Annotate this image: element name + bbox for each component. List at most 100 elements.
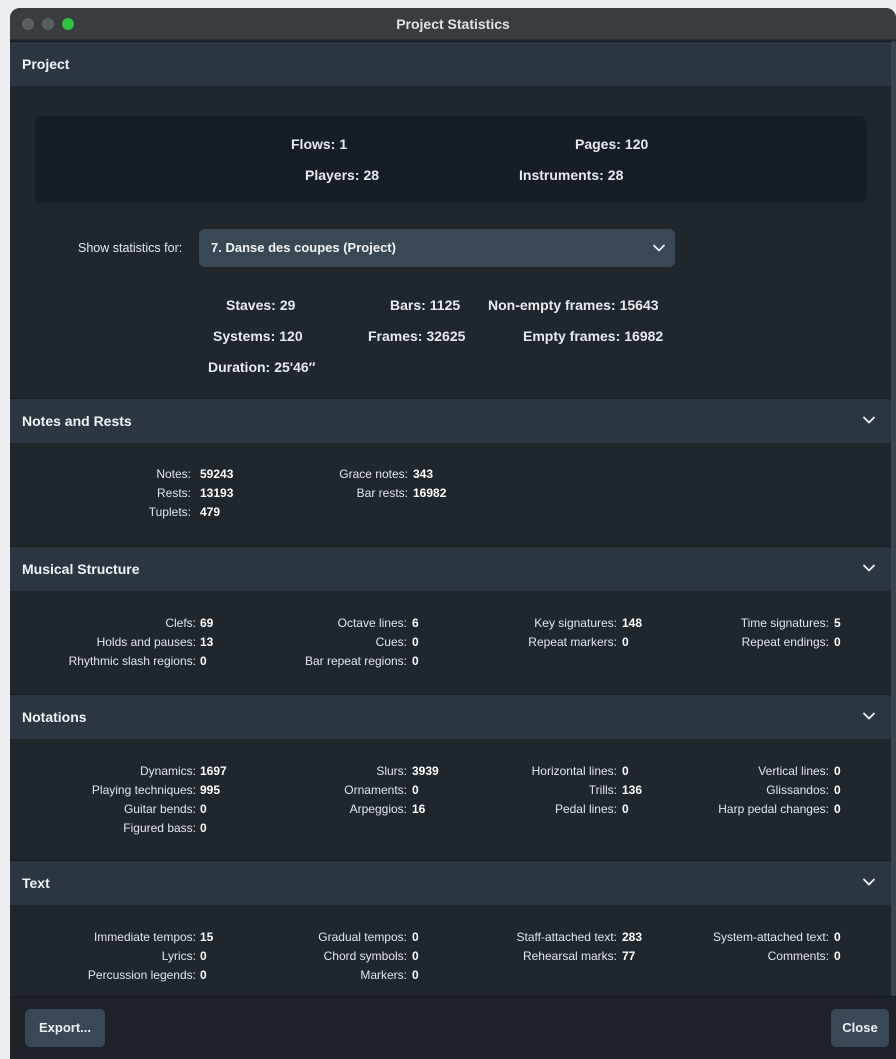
stat-row: Rehearsal marks: bbox=[522, 949, 617, 963]
title-bar[interactable]: Project Statistics bbox=[10, 8, 896, 40]
stat-row: 343 bbox=[413, 467, 434, 481]
stat-row: 0 bbox=[834, 949, 841, 963]
export-button[interactable]: Export... bbox=[25, 1009, 105, 1047]
stat-row: 0 bbox=[200, 654, 207, 668]
stat-row: Ornaments: bbox=[344, 783, 407, 797]
stat-row: 995 bbox=[200, 783, 221, 797]
stat-row: 0 bbox=[200, 949, 207, 963]
stat-row: Playing techniques: bbox=[91, 783, 196, 797]
stat-row: 0 bbox=[622, 635, 629, 649]
stat-row: 69 bbox=[200, 616, 214, 630]
stat-value: 28 bbox=[363, 167, 380, 183]
statistics-content: Project Flows: 1 Pages: 120 Players: 28 Ins… bbox=[10, 41, 891, 996]
stat-row: Guitar bends: bbox=[123, 802, 196, 816]
stat-row: 13193 bbox=[200, 486, 234, 500]
section-header-text[interactable]: Text bbox=[10, 860, 891, 905]
window-title: Project Statistics bbox=[396, 16, 510, 32]
stat-duration: Duration: 25'46″ bbox=[208, 359, 315, 375]
stat-row: Vertical lines: bbox=[758, 764, 829, 778]
stat-row: Grace notes: bbox=[339, 467, 408, 481]
show-statistics-label: Show statistics for: bbox=[78, 241, 183, 255]
stat-row: 0 bbox=[412, 949, 419, 963]
stat-row: 0 bbox=[834, 802, 841, 816]
stat-row: Holds and pauses: bbox=[96, 635, 196, 649]
stat-row: Immediate tempos: bbox=[93, 930, 196, 944]
stat-label: Duration: bbox=[208, 359, 271, 375]
stat-row: 13 bbox=[200, 635, 214, 649]
stat-row: Harp pedal changes: bbox=[718, 802, 829, 816]
stat-label: Players: bbox=[305, 167, 360, 183]
stat-row: 16982 bbox=[413, 486, 447, 500]
stat-row: 0 bbox=[412, 783, 419, 797]
stat-label: Systems: bbox=[213, 328, 276, 344]
scrollbar-thumb[interactable] bbox=[891, 41, 896, 996]
stat-row: 0 bbox=[412, 654, 419, 668]
stat-row: 0 bbox=[200, 802, 207, 816]
section-title: Notations bbox=[22, 709, 87, 725]
stat-value: 120 bbox=[279, 328, 303, 344]
chevron-down-icon[interactable] bbox=[861, 560, 877, 576]
stat-systems: Systems: 120 bbox=[213, 328, 303, 344]
stat-label: Frames: bbox=[368, 328, 423, 344]
stat-row: Bar repeat regions: bbox=[304, 654, 407, 668]
stat-flows: Flows: 1 bbox=[291, 136, 347, 152]
stat-row: 136 bbox=[622, 783, 643, 797]
stat-row: 15 bbox=[200, 930, 214, 944]
stat-row: 0 bbox=[412, 968, 419, 982]
stat-row: System-attached text: bbox=[712, 930, 829, 944]
stat-value: 15643 bbox=[619, 297, 659, 313]
stat-row: Cues: bbox=[375, 635, 407, 649]
close-button[interactable]: Close bbox=[831, 1009, 889, 1047]
stat-row: Lyrics: bbox=[161, 949, 196, 963]
dialog-footer: Export... Close bbox=[10, 996, 896, 1059]
stat-row: Figured bass: bbox=[123, 821, 196, 835]
stat-row: 0 bbox=[834, 930, 841, 944]
stat-row: Horizontal lines: bbox=[531, 764, 617, 778]
stat-label: Staves: bbox=[226, 297, 276, 313]
selected-flow-value: 7. Danse des coupes (Project) bbox=[211, 240, 396, 255]
stat-row: Chord symbols: bbox=[323, 949, 407, 963]
stat-row: 3939 bbox=[412, 764, 439, 778]
stat-row: Dynamics: bbox=[139, 764, 196, 778]
stat-row: Pedal lines: bbox=[554, 802, 617, 816]
stat-row: 479 bbox=[200, 505, 221, 519]
stat-row: Repeat markers: bbox=[528, 635, 617, 649]
stat-row: 77 bbox=[622, 949, 636, 963]
stat-empty-frames: Empty frames: 16982 bbox=[523, 328, 663, 344]
stat-row: Slurs: bbox=[376, 764, 407, 778]
stat-value: 25'46″ bbox=[274, 359, 316, 375]
section-title: Notes and Rests bbox=[22, 413, 132, 429]
stat-row: Comments: bbox=[767, 949, 829, 963]
stat-row: Time signatures: bbox=[740, 616, 829, 630]
stat-row: 5 bbox=[834, 616, 841, 630]
stat-label: Non-empty frames: bbox=[488, 297, 616, 313]
stat-row: 0 bbox=[622, 764, 629, 778]
stat-bars: Bars: 1125 bbox=[390, 297, 460, 313]
stat-row: Staff-attached text: bbox=[516, 930, 617, 944]
stat-row: Glissandos: bbox=[766, 783, 829, 797]
stat-nonempty-frames: Non-empty frames: 15643 bbox=[488, 297, 659, 313]
stat-row: Markers: bbox=[360, 968, 407, 982]
stat-pages: Pages: 120 bbox=[575, 136, 648, 152]
stat-row: Gradual tempos: bbox=[318, 930, 407, 944]
stat-row: 1697 bbox=[200, 764, 227, 778]
chevron-down-icon[interactable] bbox=[861, 412, 877, 428]
section-header-notations[interactable]: Notations bbox=[10, 694, 891, 739]
stat-row: Octave lines: bbox=[337, 616, 407, 630]
project-summary-box: Flows: 1 Pages: 120 Players: 28 Instruments… bbox=[35, 116, 867, 203]
project-statistics-window: Project Statistics Project Flows: 1 Pages… bbox=[10, 8, 896, 1059]
chevron-down-icon[interactable] bbox=[861, 708, 877, 724]
section-title: Project bbox=[22, 56, 70, 72]
stat-instruments: Instruments: 28 bbox=[519, 167, 623, 183]
stat-value: 120 bbox=[624, 136, 649, 152]
section-header-musical-structure[interactable]: Musical Structure bbox=[10, 546, 891, 591]
stat-label: Empty frames: bbox=[523, 328, 621, 344]
stat-label: Bars: bbox=[390, 297, 426, 313]
section-header-notes-and-rests[interactable]: Notes and Rests bbox=[10, 398, 891, 443]
stat-row: Trills: bbox=[588, 783, 617, 797]
flow-select-dropdown[interactable]: 7. Danse des coupes (Project) bbox=[199, 229, 675, 267]
stat-row: 0 bbox=[412, 930, 419, 944]
stat-row: Rests: bbox=[156, 486, 191, 500]
stat-value: 32625 bbox=[426, 328, 466, 344]
chevron-down-icon[interactable] bbox=[861, 874, 877, 890]
